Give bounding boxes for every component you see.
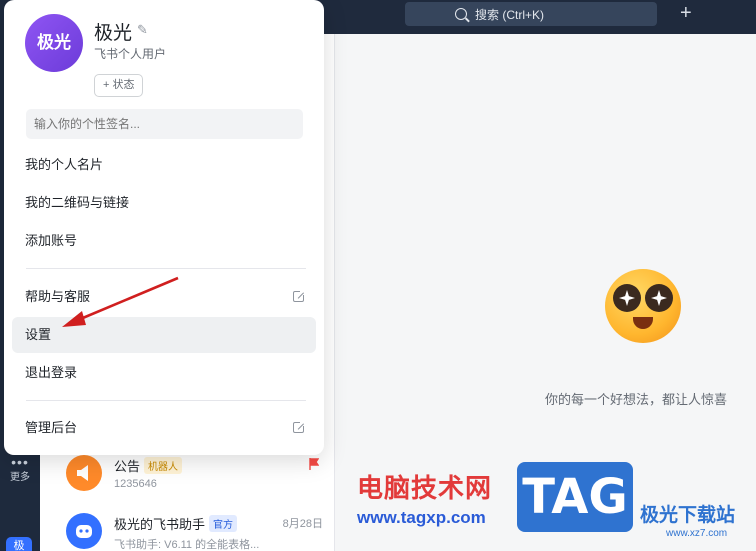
search-icon bbox=[455, 8, 467, 20]
account-type: 飞书个人用户 bbox=[94, 47, 167, 61]
user-avatar-badge[interactable]: 极 bbox=[6, 537, 32, 551]
chat-item-assistant[interactable]: 极光的飞书助手 官方 飞书助手: V6.11 的全能表格... 8月28日 bbox=[40, 504, 335, 551]
menu-item-logout[interactable]: 退出登录 bbox=[12, 355, 316, 391]
chat-name: 极光的飞书助手 官方 bbox=[114, 514, 238, 533]
divider bbox=[26, 400, 306, 401]
menu-item-business-card[interactable]: 我的个人名片 bbox=[12, 147, 316, 183]
flag-icon[interactable] bbox=[309, 458, 319, 470]
empty-state-tagline: 你的每一个好想法，都让人惊喜 bbox=[545, 392, 728, 407]
edit-icon[interactable]: ✎ bbox=[137, 22, 148, 38]
chat-title: 极光的飞书助手 bbox=[114, 517, 206, 532]
profile-avatar[interactable]: 极光 bbox=[25, 14, 83, 72]
external-link-icon bbox=[293, 420, 306, 433]
bot-icon bbox=[66, 513, 102, 549]
status-button[interactable]: + 状态 bbox=[94, 74, 144, 97]
chat-date: 8月28日 bbox=[282, 518, 323, 530]
menu-item-add-account[interactable]: 添加账号 bbox=[12, 223, 316, 259]
more-button[interactable]: ••• 更多 bbox=[0, 454, 40, 483]
watermark-site-url: www.xz7.com bbox=[666, 528, 728, 539]
external-link-icon bbox=[293, 289, 306, 302]
search-placeholder: 搜索 (Ctrl+K) bbox=[475, 7, 545, 22]
menu-item-label: 帮助与客服 bbox=[25, 289, 91, 304]
more-label: 更多 bbox=[10, 472, 30, 483]
chat-preview: 1235646 bbox=[114, 478, 157, 490]
menu-item-label: 管理后台 bbox=[25, 420, 78, 435]
more-icon: ••• bbox=[11, 454, 29, 470]
official-badge: 官方 bbox=[209, 515, 238, 532]
divider bbox=[26, 268, 306, 269]
watermark-logo: TAG bbox=[517, 462, 633, 532]
menu-item-qr-link[interactable]: 我的二维码与链接 bbox=[12, 185, 316, 221]
chat-title: 公告 bbox=[114, 459, 141, 474]
watermark-site: 极光下载站 bbox=[640, 505, 736, 526]
search-box[interactable]: 搜索 (Ctrl+K) bbox=[405, 2, 657, 26]
menu-item-help[interactable]: 帮助与客服 bbox=[12, 279, 316, 315]
watermark-title: 电脑技术网 bbox=[357, 473, 493, 503]
chat-name: 公告 机器人 bbox=[114, 456, 183, 475]
menu-item-admin[interactable]: 管理后台 bbox=[12, 410, 316, 446]
bot-badge: 机器人 bbox=[144, 457, 183, 474]
profile-name: 极光 bbox=[94, 23, 133, 44]
profile-popover: 极光 极光 ✎ 飞书个人用户 + 状态 我的个人名片 我的二维码与链接 添加账号… bbox=[4, 0, 324, 455]
menu-item-settings[interactable]: 设置 bbox=[12, 317, 316, 353]
new-button[interactable]: + bbox=[680, 3, 692, 23]
signature-input[interactable] bbox=[26, 109, 303, 139]
megaphone-icon bbox=[66, 455, 102, 491]
watermark-url: www.tagxp.com bbox=[357, 508, 486, 527]
chat-preview: 飞书助手: V6.11 的全能表格... bbox=[114, 539, 260, 551]
star-eyes-emoji-icon bbox=[605, 269, 681, 343]
